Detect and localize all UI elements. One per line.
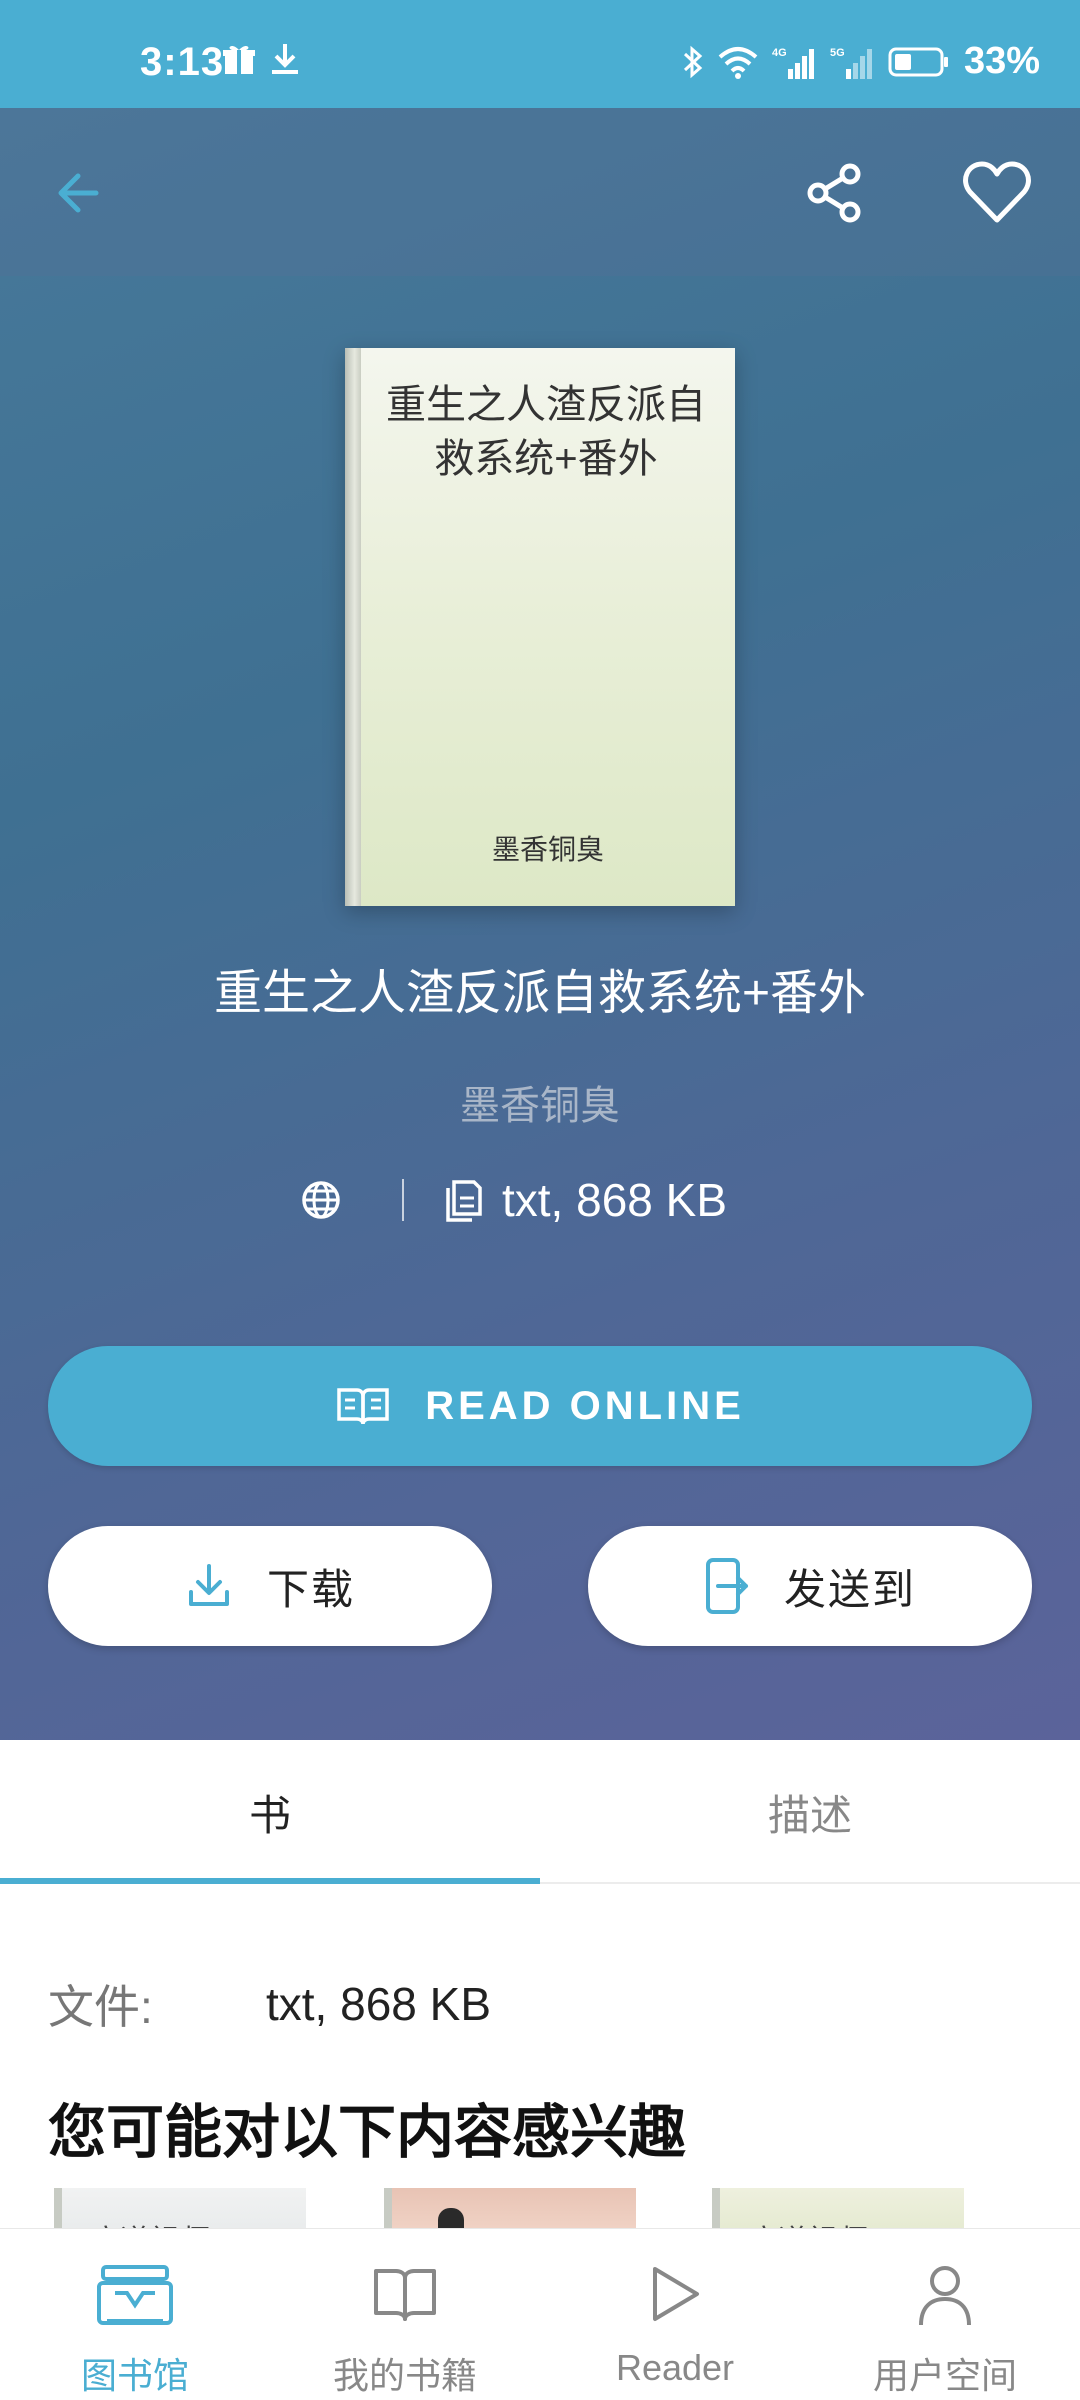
nav-library[interactable]: 图书馆 — [0, 2229, 270, 2400]
book-open-icon — [374, 2269, 436, 2321]
battery-percent: 33% — [963, 40, 1040, 82]
nav-my-books[interactable]: 我的书籍 — [270, 2229, 540, 2400]
nav-library-label: 图书馆 — [80, 2355, 189, 2396]
svg-text:4G: 4G — [772, 47, 787, 59]
battery-icon — [888, 47, 948, 76]
play-icon — [653, 2267, 699, 2321]
bottom-navigation: 图书馆 我的书籍 Reader 用户空间 — [0, 2228, 1080, 2400]
wifi-icon — [718, 46, 758, 79]
back-arrow-icon[interactable] — [48, 158, 118, 228]
send-to-device-icon — [705, 1558, 748, 1614]
status-time: 3:13 — [140, 40, 225, 84]
nav-user-space-label: 用户空间 — [872, 2355, 1017, 2396]
tab-indicator — [0, 1878, 540, 1884]
suggestions-title: 您可能对以下内容感兴趣 — [48, 2100, 687, 2165]
top-app-bar — [0, 108, 1080, 276]
svg-text:5G: 5G — [830, 47, 845, 59]
file-icon — [446, 1180, 482, 1222]
nav-my-books-label: 我的书籍 — [332, 2355, 477, 2396]
send-to-button[interactable]: 发送到 — [588, 1526, 1032, 1646]
download-label: 下载 — [266, 1565, 355, 1613]
detail-tabs: 书 描述 — [0, 1740, 1080, 1884]
book-cover: 重生之人渣反派自救系统+番外 墨香铜臭 — [345, 348, 735, 906]
nav-user-space[interactable]: 用户空间 — [810, 2229, 1080, 2400]
file-info-row: 文件: txt, 868 KB — [48, 1972, 491, 2036]
signal-4g-icon: 4G — [772, 47, 814, 79]
share-icon[interactable] — [800, 158, 870, 228]
send-to-label: 发送到 — [783, 1565, 916, 1613]
user-icon — [919, 2266, 971, 2326]
book-meta: txt, 868 KB — [300, 1168, 727, 1232]
read-online-button[interactable]: READ ONLINE — [48, 1346, 1032, 1466]
status-bar: 3:13 4G 5G 33% — [0, 0, 1080, 108]
tab-book[interactable]: 书 — [0, 1740, 540, 1884]
format-size: txt, 868 KB — [502, 1174, 728, 1226]
cover-author: 墨香铜臭 — [491, 834, 604, 865]
book-title: 重生之人渣反派自救系统+番外 — [213, 967, 867, 1020]
globe-icon — [302, 1181, 340, 1219]
open-book-icon — [337, 1388, 389, 1425]
bluetooth-icon — [683, 45, 703, 78]
book-hero: 重生之人渣反派自救系统+番外 墨香铜臭 重生之人渣反派自救系统+番外 墨香铜臭 … — [0, 108, 1080, 1740]
library-books-icon — [97, 2265, 173, 2325]
download-icon — [188, 1564, 229, 1606]
cover-title: 重生之人渣反派自救系统+番外 — [386, 383, 706, 481]
meta-divider — [402, 1179, 404, 1221]
status-icons-left — [222, 42, 302, 76]
signal-5g-icon: 5G — [830, 47, 872, 79]
file-value: txt, 868 KB — [266, 1978, 492, 2030]
favorite-heart-icon[interactable] — [960, 156, 1034, 230]
tab-description[interactable]: 描述 — [540, 1740, 1080, 1884]
nav-reader-label: Reader — [615, 2347, 735, 2388]
download-status-icon — [272, 44, 298, 74]
file-label: 文件: — [48, 1981, 153, 2033]
nav-reader[interactable]: Reader — [540, 2229, 810, 2400]
book-author[interactable]: 墨香铜臭 — [0, 1073, 1080, 1131]
status-icons-right: 4G 5G 33% — [682, 40, 1040, 83]
download-button[interactable]: 下载 — [48, 1526, 492, 1646]
read-online-label: READ ONLINE — [425, 1383, 745, 1428]
gift-icon — [223, 45, 255, 74]
